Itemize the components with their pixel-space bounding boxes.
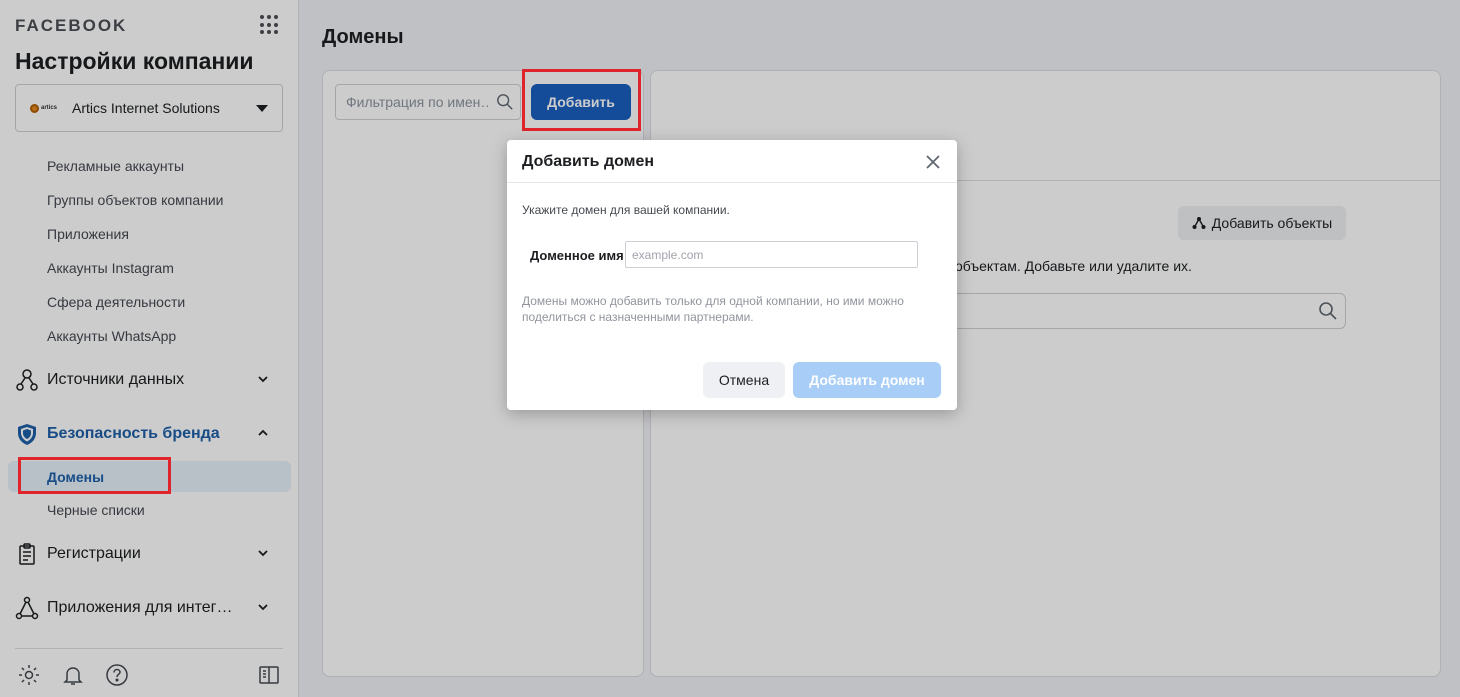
add-domain-dialog: Добавить домен Укажите домен для вашей к…	[507, 140, 957, 410]
dialog-description: Укажите домен для вашей компании.	[522, 203, 730, 217]
dialog-note: Домены можно добавить только для одной к…	[522, 294, 904, 324]
dialog-divider	[507, 182, 957, 183]
domain-name-input[interactable]	[625, 241, 918, 268]
close-icon[interactable]	[925, 154, 941, 170]
add-domain-confirm-button[interactable]: Добавить домен	[793, 362, 941, 398]
domain-name-label: Доменное имя	[530, 248, 624, 263]
dialog-title: Добавить домен	[522, 153, 655, 170]
cancel-button[interactable]: Отмена	[703, 362, 785, 398]
